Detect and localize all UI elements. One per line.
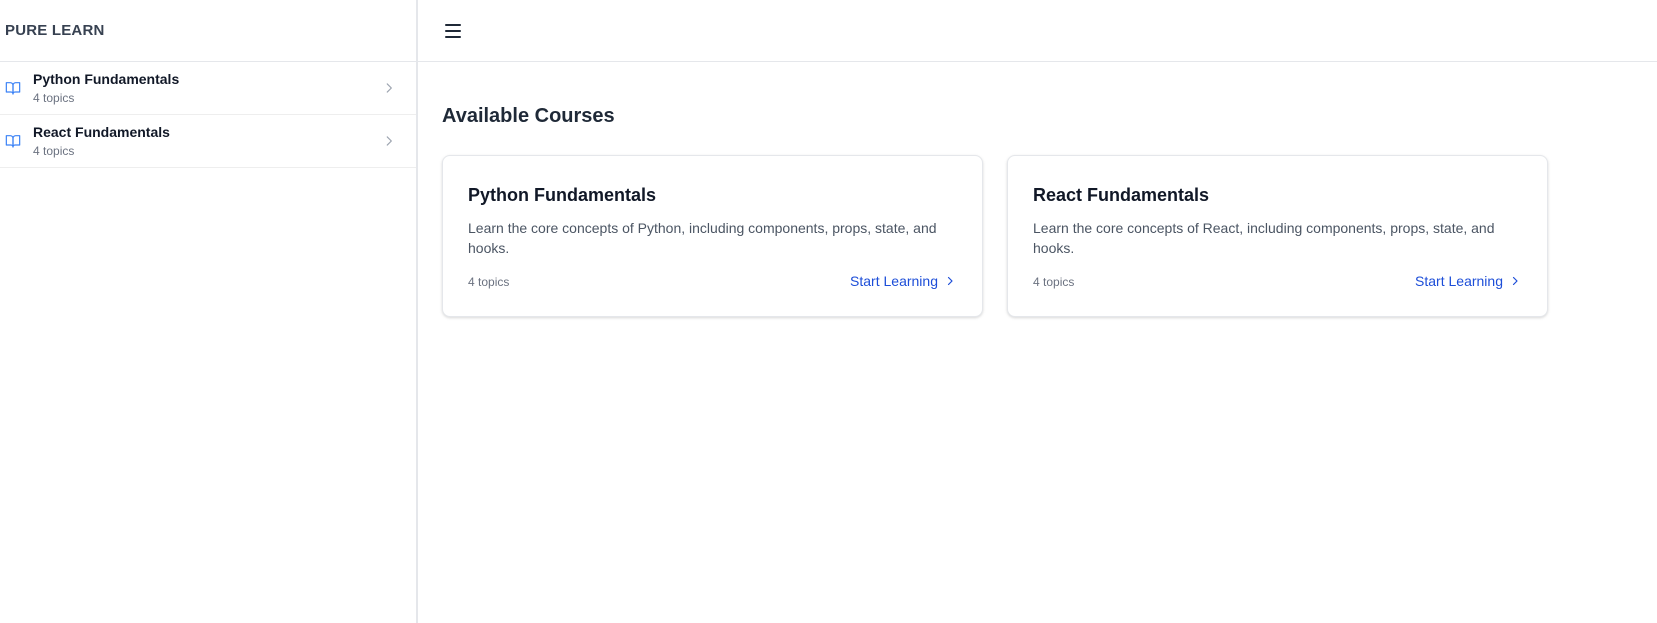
start-learning-button[interactable]: Start Learning <box>850 273 956 289</box>
course-card-topic-count: 4 topics <box>468 275 510 289</box>
course-card-description: Learn the core concepts of Python, inclu… <box>468 220 937 256</box>
sidebar-item-title: React Fundamentals <box>33 124 170 140</box>
book-open-icon <box>5 135 21 148</box>
brand-logo-text: PURE LEARN <box>0 0 416 62</box>
course-card-react: React Fundamentals Learn the core concep… <box>1007 155 1548 317</box>
course-card-python: Python Fundamentals Learn the core conce… <box>442 155 983 317</box>
chevron-right-icon <box>947 276 953 286</box>
book-open-icon <box>5 82 21 95</box>
start-learning-label: Start Learning <box>1415 273 1503 289</box>
sidebar-item-topic-count: 4 topics <box>33 144 75 158</box>
main-content: Available Courses Python Fundamentals Le… <box>418 0 1657 623</box>
chevron-right-icon <box>386 136 392 146</box>
page-title: Available Courses <box>442 105 615 127</box>
course-card-title: Python Fundamentals <box>468 185 657 205</box>
course-card-topic-count: 4 topics <box>1033 275 1075 289</box>
course-card-description: Learn the core concepts of React, includ… <box>1033 220 1495 256</box>
start-learning-label: Start Learning <box>850 273 938 289</box>
sidebar: PURE LEARN Python Fundamentals 4 topics … <box>0 0 416 623</box>
course-card-title: React Fundamentals <box>1033 185 1210 205</box>
start-learning-button[interactable]: Start Learning <box>1415 273 1521 289</box>
sidebar-item-react-fundamentals[interactable]: React Fundamentals 4 topics <box>0 115 416 168</box>
course-card-list: Python Fundamentals Learn the core conce… <box>442 155 1548 317</box>
app-root: PURE LEARN Python Fundamentals 4 topics … <box>0 0 1657 623</box>
sidebar-item-title: Python Fundamentals <box>33 71 180 87</box>
sidebar-item-topic-count: 4 topics <box>33 91 75 105</box>
sidebar-item-python-fundamentals[interactable]: Python Fundamentals 4 topics <box>0 62 416 115</box>
hamburger-menu-icon[interactable] <box>445 23 461 38</box>
chevron-right-icon <box>386 83 392 93</box>
top-bar <box>418 0 1657 62</box>
chevron-right-icon <box>1512 276 1518 286</box>
